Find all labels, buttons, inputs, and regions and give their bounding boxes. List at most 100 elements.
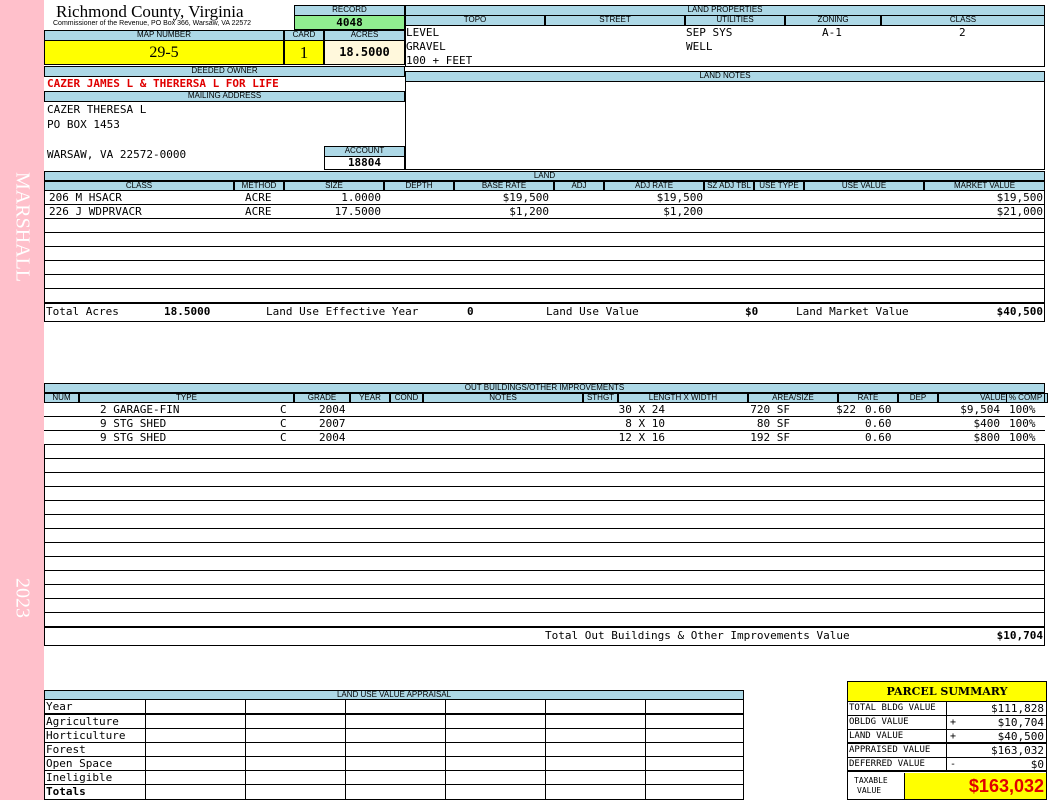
taxable-value: $163,032 [904, 773, 1046, 799]
address-line-2: PO BOX 1453 [47, 118, 120, 131]
land-header-row: CLASS METHOD SIZE DEPTH BASE RATE ADJ AD… [44, 181, 1045, 191]
land-row-1-adj-rate: $19,500 [605, 191, 703, 204]
zoning-value: A-1 [822, 26, 842, 39]
ob-row-3-dep: 0.60 [865, 431, 892, 444]
land-sz-adj-header: SZ ADJ TBL [704, 181, 754, 191]
address-line-1: CAZER THERESA L [47, 103, 147, 116]
land-row-2-size: 17.5000 [285, 205, 381, 218]
ob-row-3-type: 9 STG SHED [100, 431, 167, 444]
land-use-type-header: USE TYPE [754, 181, 804, 191]
land-use-row-horticulture: Horticulture [45, 729, 743, 743]
land-use-value-label: Land Use Value [546, 305, 639, 318]
ob-length-width-header: LENGTH X WIDTH [618, 393, 748, 403]
card-label: CARD [284, 30, 324, 41]
ob-row-2-value: $400 [973, 417, 1001, 430]
county-title: Richmond County, Virginia [56, 2, 244, 21]
ob-row-1-year: 2004 [319, 403, 346, 416]
topo-3: 100 + FEET [406, 54, 473, 67]
outbuildings-total-value: $10,704 [996, 629, 1043, 642]
land-label: LAND [44, 171, 1045, 181]
ob-row-2-type: 9 STG SHED [100, 417, 167, 430]
land-class-header: CLASS [44, 181, 234, 191]
land-use-row-year: Year [45, 700, 743, 714]
land-row-1-size: 1.0000 [285, 191, 381, 204]
summary-appraised-row: APPRAISED VALUE $163,032 [848, 744, 1047, 758]
utilities-2: WELL [686, 40, 713, 53]
outbuildings-total-row: Total Out Buildings & Other Improvements… [44, 627, 1045, 646]
ob-year-header: YEAR [350, 393, 390, 403]
ob-row-2-area: 80 SF [756, 417, 790, 430]
ob-row-2-dep: 0.60 [865, 417, 892, 430]
ob-cond-header: COND [390, 393, 423, 403]
land-row-2-method: ACRE [245, 205, 272, 218]
parcel-summary-title: PARCEL SUMMARY [848, 682, 1046, 702]
land-use-eff-year-value: 0 [467, 305, 474, 318]
ob-row-1-value: $9,504 [960, 403, 1000, 416]
land-row-1-method: ACRE [245, 191, 272, 204]
ob-row-3-year: 2004 [319, 431, 346, 444]
land-adj-rate-header: ADJ RATE [604, 181, 704, 191]
ob-row-1-grade: C [280, 403, 287, 416]
ob-row-3-grade: C [280, 431, 287, 444]
table-row: 2 GARAGE-FIN C 2004 30 X 24 720 SF $22 0… [44, 403, 1045, 416]
land-method-header: METHOD [234, 181, 284, 191]
deeded-owner: CAZER JAMES L & THERERSA L FOR LIFE [47, 77, 279, 90]
summary-obldg-row: OBLDG VALUE + $10,704 [848, 716, 1047, 730]
deeded-owner-label: DEEDED OWNER [44, 66, 405, 77]
ob-row-3-area: 192 SF [750, 431, 790, 444]
address-line-3: WARSAW, VA 22572-0000 [47, 148, 187, 161]
ob-rate-header: RATE [838, 393, 898, 403]
ob-row-2-comp: 100% [1009, 417, 1036, 430]
ob-row-3-length-width: 12 X 16 [618, 431, 665, 444]
class-value: 2 [959, 26, 966, 39]
land-row-2-base-rate: $1,200 [455, 205, 549, 218]
ob-comp-header: % COMP [1006, 393, 1045, 403]
ob-type-header: TYPE [79, 393, 294, 403]
total-acres-value: 18.5000 [164, 305, 211, 318]
mailing-address-label: MAILING ADDRESS [44, 91, 405, 102]
acres-label: ACRES [324, 30, 405, 41]
summary-land-row: LAND VALUE + $40,500 [848, 730, 1047, 744]
land-market-value: $40,500 [996, 305, 1043, 318]
commissioner-address: Commissioner of the Revenue, PO Box 366,… [53, 20, 252, 27]
land-adj-header: ADJ [554, 181, 604, 191]
land-use-row-agriculture: Agriculture [45, 714, 743, 729]
land-use-appraisal-label: LAND USE VALUE APPRAISAL [44, 690, 744, 700]
land-row-2-class: 226 J WDPRVACR [49, 205, 142, 218]
ob-sthgt-header: STHGT [583, 393, 618, 403]
record-value: 4048 [294, 16, 405, 30]
land-size-header: SIZE [284, 181, 384, 191]
land-use-row-ineligible: Ineligible [45, 771, 743, 785]
topo-2: GRAVEL [406, 40, 446, 53]
outbuildings-total-label: Total Out Buildings & Other Improvements… [545, 629, 850, 642]
parcel-summary: PARCEL SUMMARY TOTAL BLDG VALUE $111,828 … [847, 681, 1047, 800]
land-row-1-base-rate: $19,500 [455, 191, 549, 204]
map-number-label: MAP NUMBER [44, 30, 284, 41]
land-base-rate-header: BASE RATE [454, 181, 554, 191]
land-use-appraisal-table: Year Agriculture Horticulture Forest Ope… [44, 700, 744, 800]
land-row-1-market: $19,500 [925, 191, 1043, 204]
land-market-value-header: MARKET VALUE [924, 181, 1045, 191]
land-use-eff-year-label: Land Use Effective Year [266, 305, 419, 318]
ob-row-1-area: 720 SF [750, 403, 790, 416]
ob-row-1-length-width: 30 X 24 [618, 403, 665, 416]
summary-total-bldg-row: TOTAL BLDG VALUE $111,828 [848, 702, 1047, 716]
ob-row-1-dep: 0.60 [865, 403, 892, 416]
account-number: 18804 [324, 157, 405, 170]
outbuildings-rows: 2 GARAGE-FIN C 2004 30 X 24 720 SF $22 0… [44, 403, 1045, 447]
total-acres-label: Total Acres [46, 305, 119, 318]
land-row-2-market: $21,000 [925, 205, 1043, 218]
ob-area-header: AREA/SIZE [748, 393, 838, 403]
ob-row-2-length-width: 8 X 10 [625, 417, 665, 430]
acres-value: 18.5000 [324, 41, 405, 65]
land-use-row-forest: Forest [45, 743, 743, 757]
ob-notes-header: NOTES [423, 393, 583, 403]
summary-deferred-row: DEFERRED VALUE - $0 [848, 758, 1047, 772]
table-row: 9 STG SHED C 2004 12 X 16 192 SF 0.60 $8… [44, 431, 1045, 444]
ob-row-1-type: 2 GARAGE-FIN [100, 403, 180, 416]
land-use-row-totals: Totals [45, 785, 743, 799]
land-market-value-label: Land Market Value [796, 305, 909, 318]
land-notes-area [405, 81, 1045, 170]
land-use-value: $0 [745, 305, 759, 318]
ob-row-3-comp: 100% [1009, 431, 1036, 444]
